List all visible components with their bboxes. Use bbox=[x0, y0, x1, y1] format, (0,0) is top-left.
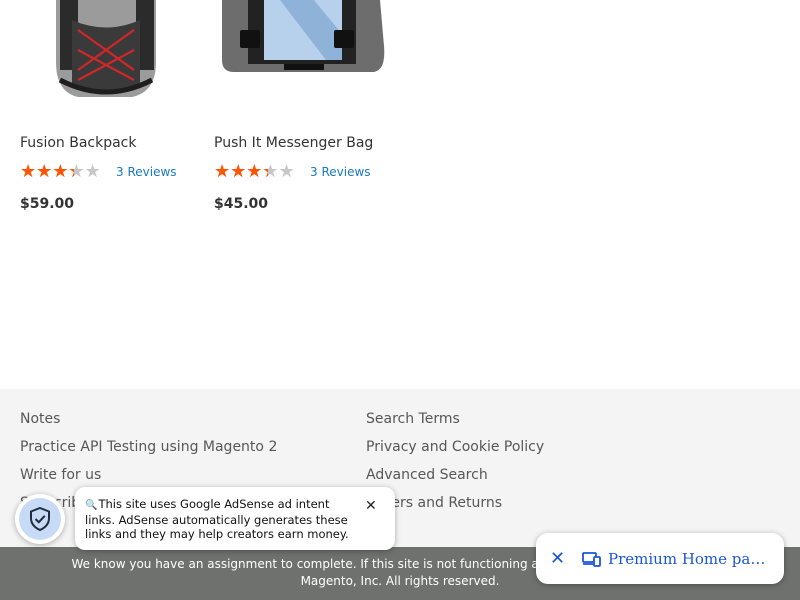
footer-link-api-testing[interactable]: Practice API Testing using Magento 2 bbox=[20, 439, 277, 455]
footer-link-privacy-policy[interactable]: Privacy and Cookie Policy bbox=[366, 439, 544, 455]
footer-link-notes[interactable]: Notes bbox=[20, 411, 60, 427]
product-price: $59.00 bbox=[20, 196, 75, 212]
magento-link[interactable]: Magento bbox=[301, 574, 353, 588]
product-name-link[interactable]: Push It Messenger Bag bbox=[214, 135, 373, 151]
reviews-link[interactable]: 3 Reviews bbox=[310, 165, 371, 179]
messenger-bag-image[interactable] bbox=[214, 0, 394, 118]
copyright-text: , Inc. All rights reserved. bbox=[352, 574, 500, 588]
product-name-link[interactable]: Fusion Backpack bbox=[20, 135, 137, 151]
close-icon[interactable]: ✕ bbox=[365, 499, 379, 513]
magnifier-icon: 🔍 bbox=[85, 500, 98, 511]
rating-stars: ★★★★★ ★★★★★ bbox=[214, 163, 304, 181]
fusion-backpack-image[interactable] bbox=[20, 0, 200, 118]
rating-stars-filled-icon: ★★★★★ bbox=[20, 163, 74, 181]
shield-badge bbox=[19, 498, 61, 540]
devices-icon bbox=[582, 551, 602, 567]
premium-home-link-label[interactable]: Premium Home page … bbox=[608, 550, 768, 568]
product-rating: ★★★★★ ★★★★★ 3 Reviews bbox=[214, 163, 371, 181]
footer-link-search-terms[interactable]: Search Terms bbox=[366, 411, 460, 427]
footer-link-write-for-us[interactable]: Write for us bbox=[20, 467, 101, 483]
product-price: $45.00 bbox=[214, 196, 269, 212]
reviews-link[interactable]: 3 Reviews bbox=[116, 165, 177, 179]
adsense-popup-text: This site uses Google AdSense ad intent … bbox=[85, 497, 349, 541]
adsense-shield-button[interactable] bbox=[15, 494, 65, 544]
shield-check-icon bbox=[30, 507, 50, 531]
premium-home-link-chip[interactable]: ✕ Premium Home page … bbox=[536, 533, 784, 584]
product-rating: ★★★★★ ★★★★★ 3 Reviews bbox=[20, 163, 177, 181]
close-icon[interactable]: ✕ bbox=[550, 548, 568, 569]
rating-stars: ★★★★★ ★★★★★ bbox=[20, 163, 110, 181]
rating-stars-filled-icon: ★★★★★ bbox=[214, 163, 268, 181]
adsense-info-popup: 🔍This site uses Google AdSense ad intent… bbox=[75, 487, 395, 550]
footer-link-advanced-search[interactable]: Advanced Search bbox=[366, 467, 488, 483]
